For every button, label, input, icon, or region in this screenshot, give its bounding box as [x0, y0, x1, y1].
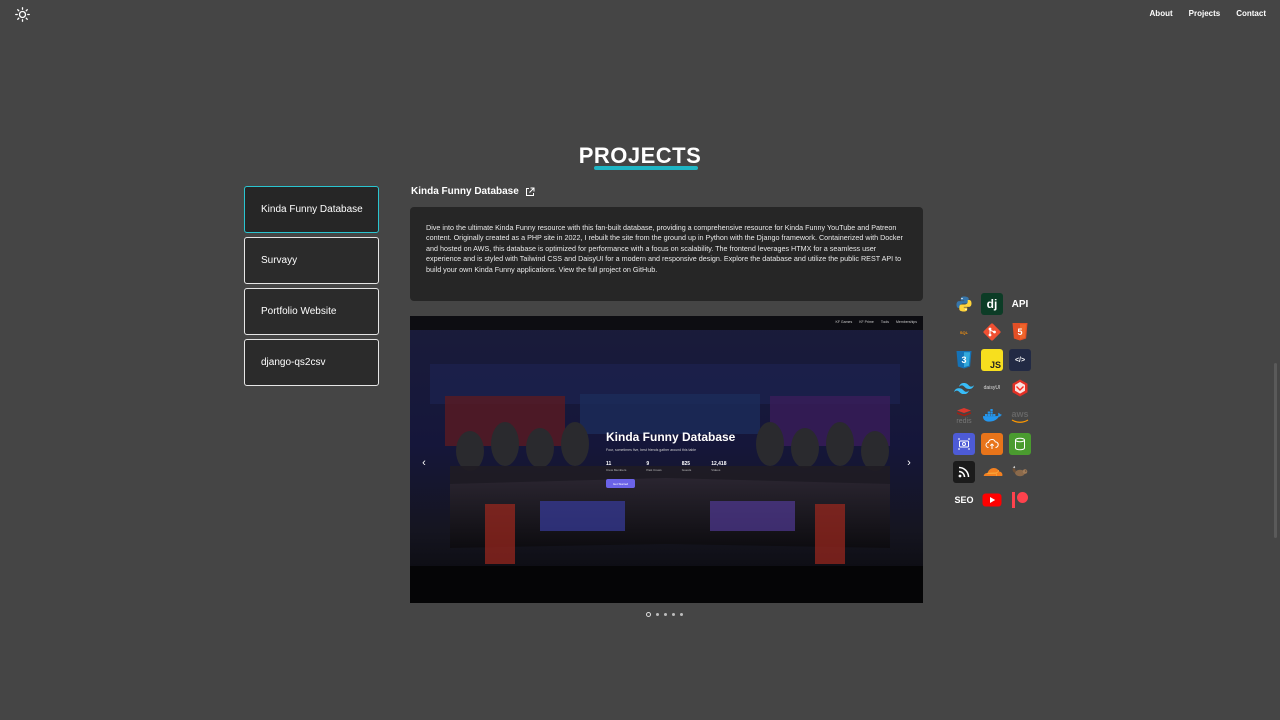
aws-icon: aws — [1009, 405, 1031, 427]
aws-service-icon — [953, 433, 975, 455]
screenshot-nav-item: Memberships — [895, 320, 917, 324]
api-icon-label: API — [1011, 298, 1029, 310]
stat: 12,418 Videos — [711, 461, 726, 472]
javascript-icon-label: JS — [989, 360, 1001, 370]
carousel-indicators — [646, 612, 683, 617]
squirrel-icon — [1009, 461, 1031, 483]
carousel-dot[interactable] — [664, 613, 667, 616]
title-underline — [594, 166, 698, 170]
project-tabs: Kinda Funny Database Survayy Portfolio W… — [244, 186, 379, 390]
project-header: Kinda Funny Database — [411, 186, 535, 197]
external-link-icon[interactable] — [525, 187, 535, 197]
laravel-icon — [1009, 377, 1031, 399]
tab-label: Portfolio Website — [261, 306, 337, 317]
stat: 825 Guests — [682, 461, 692, 472]
docker-icon — [981, 405, 1003, 427]
tab-django-qs2csv[interactable]: django-qs2csv — [244, 339, 379, 386]
stat-value: 825 — [681, 461, 691, 467]
stat: 11 Crew Members — [606, 461, 626, 472]
stat-value: 9 — [646, 461, 650, 467]
screenshot-subtitle: Four, sometimes five, best friends gathe… — [606, 448, 697, 452]
html5-icon-label: 5 — [1017, 327, 1022, 337]
htmx-icon-label: </> — [1014, 356, 1026, 364]
chevron-right-icon: › — [907, 457, 911, 469]
html5-icon: 5 — [1009, 321, 1031, 343]
top-nav: About Projects Contact — [1150, 9, 1266, 18]
nav-projects-link[interactable]: Projects — [1189, 9, 1221, 18]
patreon-icon — [1009, 489, 1031, 511]
storage-icon — [1009, 433, 1031, 455]
api-icon: API — [1009, 293, 1031, 315]
tab-portfolio-website[interactable]: Portfolio Website — [244, 288, 379, 335]
daisyui-icon-label: daisyUI — [983, 385, 1001, 391]
sun-icon[interactable] — [15, 7, 30, 22]
tab-label: Survayy — [261, 255, 298, 266]
daisyui-icon: daisyUI — [981, 377, 1003, 399]
scrollbar-thumb[interactable] — [1274, 363, 1277, 538]
css3-icon: 3 — [953, 349, 975, 371]
tailwind-icon — [953, 377, 975, 399]
carousel-next-button[interactable]: › — [902, 456, 916, 470]
scrollbar[interactable] — [1273, 0, 1278, 720]
screenshot-nav-item: KF Games — [835, 320, 853, 324]
carousel-dot[interactable] — [656, 613, 659, 616]
carousel-dot[interactable] — [672, 613, 675, 616]
stat: 9 Past Crews — [646, 461, 661, 472]
stat-label: Past Crews — [646, 468, 662, 472]
screenshot-stats: 11 Crew Members 9 Past Crews 825 Guests 12,… — [606, 461, 727, 472]
stat-label: Crew Members — [606, 468, 627, 472]
seo-icon-label: SEO — [954, 495, 974, 505]
screenshot-cta-button: Get Started — [606, 479, 635, 488]
git-icon — [981, 321, 1003, 343]
project-title: Kinda Funny Database — [411, 186, 519, 197]
stat-value: 12,418 — [711, 461, 727, 467]
javascript-icon: JS — [981, 349, 1003, 371]
redis-icon: redis — [953, 405, 975, 427]
carousel-dot[interactable] — [646, 612, 651, 617]
sql-icon: SQL — [953, 321, 975, 343]
nav-about-link[interactable]: About — [1150, 9, 1173, 18]
youtube-icon — [981, 489, 1003, 511]
screenshot-nav-item: KF Prime — [859, 320, 874, 324]
htmx-icon: </> — [1009, 349, 1031, 371]
stat-value: 11 — [606, 461, 612, 467]
stat-label: Guests — [681, 468, 692, 472]
css3-icon-label: 3 — [961, 355, 966, 365]
tab-label: Kinda Funny Database — [261, 204, 363, 215]
tab-kinda-funny-database[interactable]: Kinda Funny Database — [244, 186, 379, 233]
cloudflare-icon — [981, 461, 1003, 483]
seo-icon: SEO — [953, 489, 975, 511]
redis-icon-label: redis — [956, 418, 972, 425]
screenshot-image — [410, 316, 923, 603]
chevron-left-icon: ‹ — [422, 457, 426, 469]
rss-icon — [953, 461, 975, 483]
tab-survayy[interactable]: Survayy — [244, 237, 379, 284]
tab-label: django-qs2csv — [261, 357, 326, 368]
carousel-dot[interactable] — [680, 613, 683, 616]
tech-stack-icons: dj API SQL 5 3 JS </> daisyUI redis aws — [953, 293, 1031, 511]
carousel-prev-button[interactable]: ‹ — [417, 456, 431, 470]
django-icon-label: dj — [986, 297, 998, 311]
sql-icon-label: SQL — [959, 329, 969, 335]
cloud-upload-icon — [981, 433, 1003, 455]
nav-contact-link[interactable]: Contact — [1236, 9, 1266, 18]
python-icon — [953, 293, 975, 315]
screenshot-carousel[interactable]: KF Games KF Prime Tools Memberships Kind… — [410, 316, 923, 603]
project-description: Dive into the ultimate Kinda Funny resou… — [410, 207, 923, 301]
aws-icon-label: aws — [1011, 408, 1029, 419]
stat-label: Videos — [711, 468, 721, 472]
screenshot-nav-item: Tools — [880, 320, 889, 324]
screenshot-nav: KF Games KF Prime Tools Memberships — [835, 320, 917, 324]
django-icon: dj — [981, 293, 1003, 315]
screenshot-title: Kinda Funny Database — [606, 430, 736, 444]
